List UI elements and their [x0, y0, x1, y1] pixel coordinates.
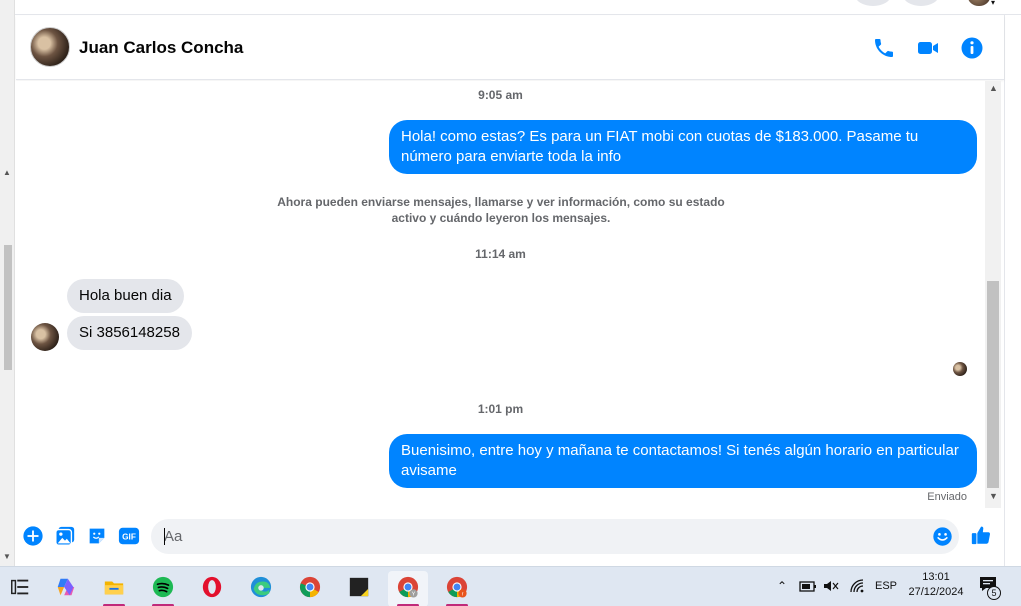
- outgoing-message[interactable]: Buenisimo, entre hoy y mañana te contact…: [389, 434, 977, 488]
- taskbar-chrome-profile-y[interactable]: Y: [388, 571, 428, 606]
- volume-muted-icon[interactable]: [823, 579, 839, 593]
- incoming-message[interactable]: Hola buen dia: [67, 279, 184, 313]
- video-camera-icon[interactable]: [916, 36, 940, 60]
- copilot-icon: [57, 578, 75, 596]
- windows-taskbar: Y r ⌃ ESP 13:01 27/12/2024 5: [0, 566, 1021, 606]
- top-navigation-bar: ▾: [15, 0, 1021, 15]
- outer-scrollbar-left[interactable]: ▲ ▼: [0, 0, 15, 566]
- wifi-icon[interactable]: [849, 578, 865, 594]
- taskbar-copilot[interactable]: [46, 571, 86, 606]
- conversation-header: Juan Carlos Concha: [16, 16, 1004, 80]
- scroll-down-arrow-icon[interactable]: ▼: [3, 552, 11, 561]
- task-view-icon: [11, 579, 29, 595]
- opera-icon: [202, 576, 222, 598]
- clock-time: 13:01: [922, 571, 950, 583]
- info-icon[interactable]: [960, 36, 984, 60]
- task-view-button[interactable]: [0, 571, 40, 606]
- incoming-message[interactable]: Si 3856148258: [67, 316, 192, 350]
- battery-icon[interactable]: [799, 579, 817, 593]
- gif-label: GIF: [122, 533, 136, 542]
- account-avatar[interactable]: [968, 0, 990, 6]
- chrome-icon: Y: [397, 576, 419, 598]
- outgoing-message[interactable]: Hola! como estas? Es para un FIAT mobi c…: [389, 120, 977, 174]
- privacy-notice: Ahora pueden enviarse mensajes, llamarse…: [277, 195, 725, 225]
- message-scrollbar[interactable]: ▲ ▼: [985, 81, 1001, 508]
- text-caret: [164, 528, 165, 545]
- message-input-wrapper: [151, 519, 959, 554]
- emoji-icon[interactable]: [932, 526, 953, 547]
- scroll-down-arrow-icon[interactable]: ▼: [989, 491, 998, 501]
- plus-icon[interactable]: [22, 525, 44, 547]
- taskbar-opera[interactable]: [192, 571, 232, 606]
- image-icon[interactable]: [54, 525, 76, 547]
- message-composer: GIF: [16, 508, 1004, 566]
- chevron-down-icon[interactable]: ▾: [991, 0, 995, 7]
- timestamp: 1:01 pm: [477, 402, 524, 416]
- taskbar-chrome-profile-r[interactable]: r: [437, 571, 477, 606]
- sender-avatar[interactable]: [31, 323, 59, 351]
- taskbar-file-explorer[interactable]: [94, 571, 134, 606]
- taskbar-edge[interactable]: [241, 571, 281, 606]
- notification-count-badge: 5: [987, 586, 1001, 600]
- spotify-icon: [152, 576, 174, 598]
- scrollbar-thumb[interactable]: [987, 281, 999, 488]
- gif-icon[interactable]: GIF: [118, 525, 140, 547]
- timestamp: 9:05 am: [478, 88, 523, 102]
- svg-text:Y: Y: [412, 592, 416, 598]
- sticker-icon[interactable]: [86, 525, 108, 547]
- chrome-icon: [299, 576, 321, 598]
- scroll-up-arrow-icon[interactable]: ▲: [989, 83, 998, 93]
- contact-name[interactable]: Juan Carlos Concha: [79, 38, 243, 58]
- language-indicator[interactable]: ESP: [875, 580, 897, 592]
- message-list[interactable]: 9:05 am Hola! como estas? Es para un FIA…: [16, 81, 985, 508]
- clock-date: 27/12/2024: [908, 586, 964, 598]
- taskbar-sticky-notes[interactable]: [339, 571, 379, 606]
- app-window: ▲ ▼ ▾ Juan Carlos Concha 9:05 am Hola! c…: [0, 0, 1021, 606]
- right-panel-edge: [1004, 15, 1021, 566]
- scroll-up-arrow-icon[interactable]: ▲: [3, 168, 11, 177]
- scrollbar-thumb[interactable]: [4, 245, 12, 370]
- seen-indicator-avatar: [953, 362, 967, 376]
- chrome-icon: r: [446, 576, 468, 598]
- contact-avatar[interactable]: [30, 27, 70, 67]
- system-clock[interactable]: 13:01 27/12/2024: [900, 570, 972, 600]
- tray-chevron-up-icon[interactable]: ⌃: [777, 579, 787, 593]
- taskbar-spotify[interactable]: [143, 571, 183, 606]
- delivery-status: Enviado: [927, 491, 967, 503]
- folder-icon: [104, 581, 124, 595]
- edge-icon: [250, 576, 272, 598]
- message-input[interactable]: [151, 519, 911, 554]
- svg-text:r: r: [462, 592, 464, 598]
- top-nav-button[interactable]: [855, 0, 891, 6]
- taskbar-chrome[interactable]: [290, 571, 330, 606]
- timestamp: 11:14 am: [475, 247, 526, 261]
- thumbs-up-icon[interactable]: [970, 524, 994, 548]
- top-nav-button[interactable]: [903, 0, 939, 6]
- sticky-notes-icon: [349, 577, 369, 597]
- phone-icon[interactable]: [872, 36, 896, 60]
